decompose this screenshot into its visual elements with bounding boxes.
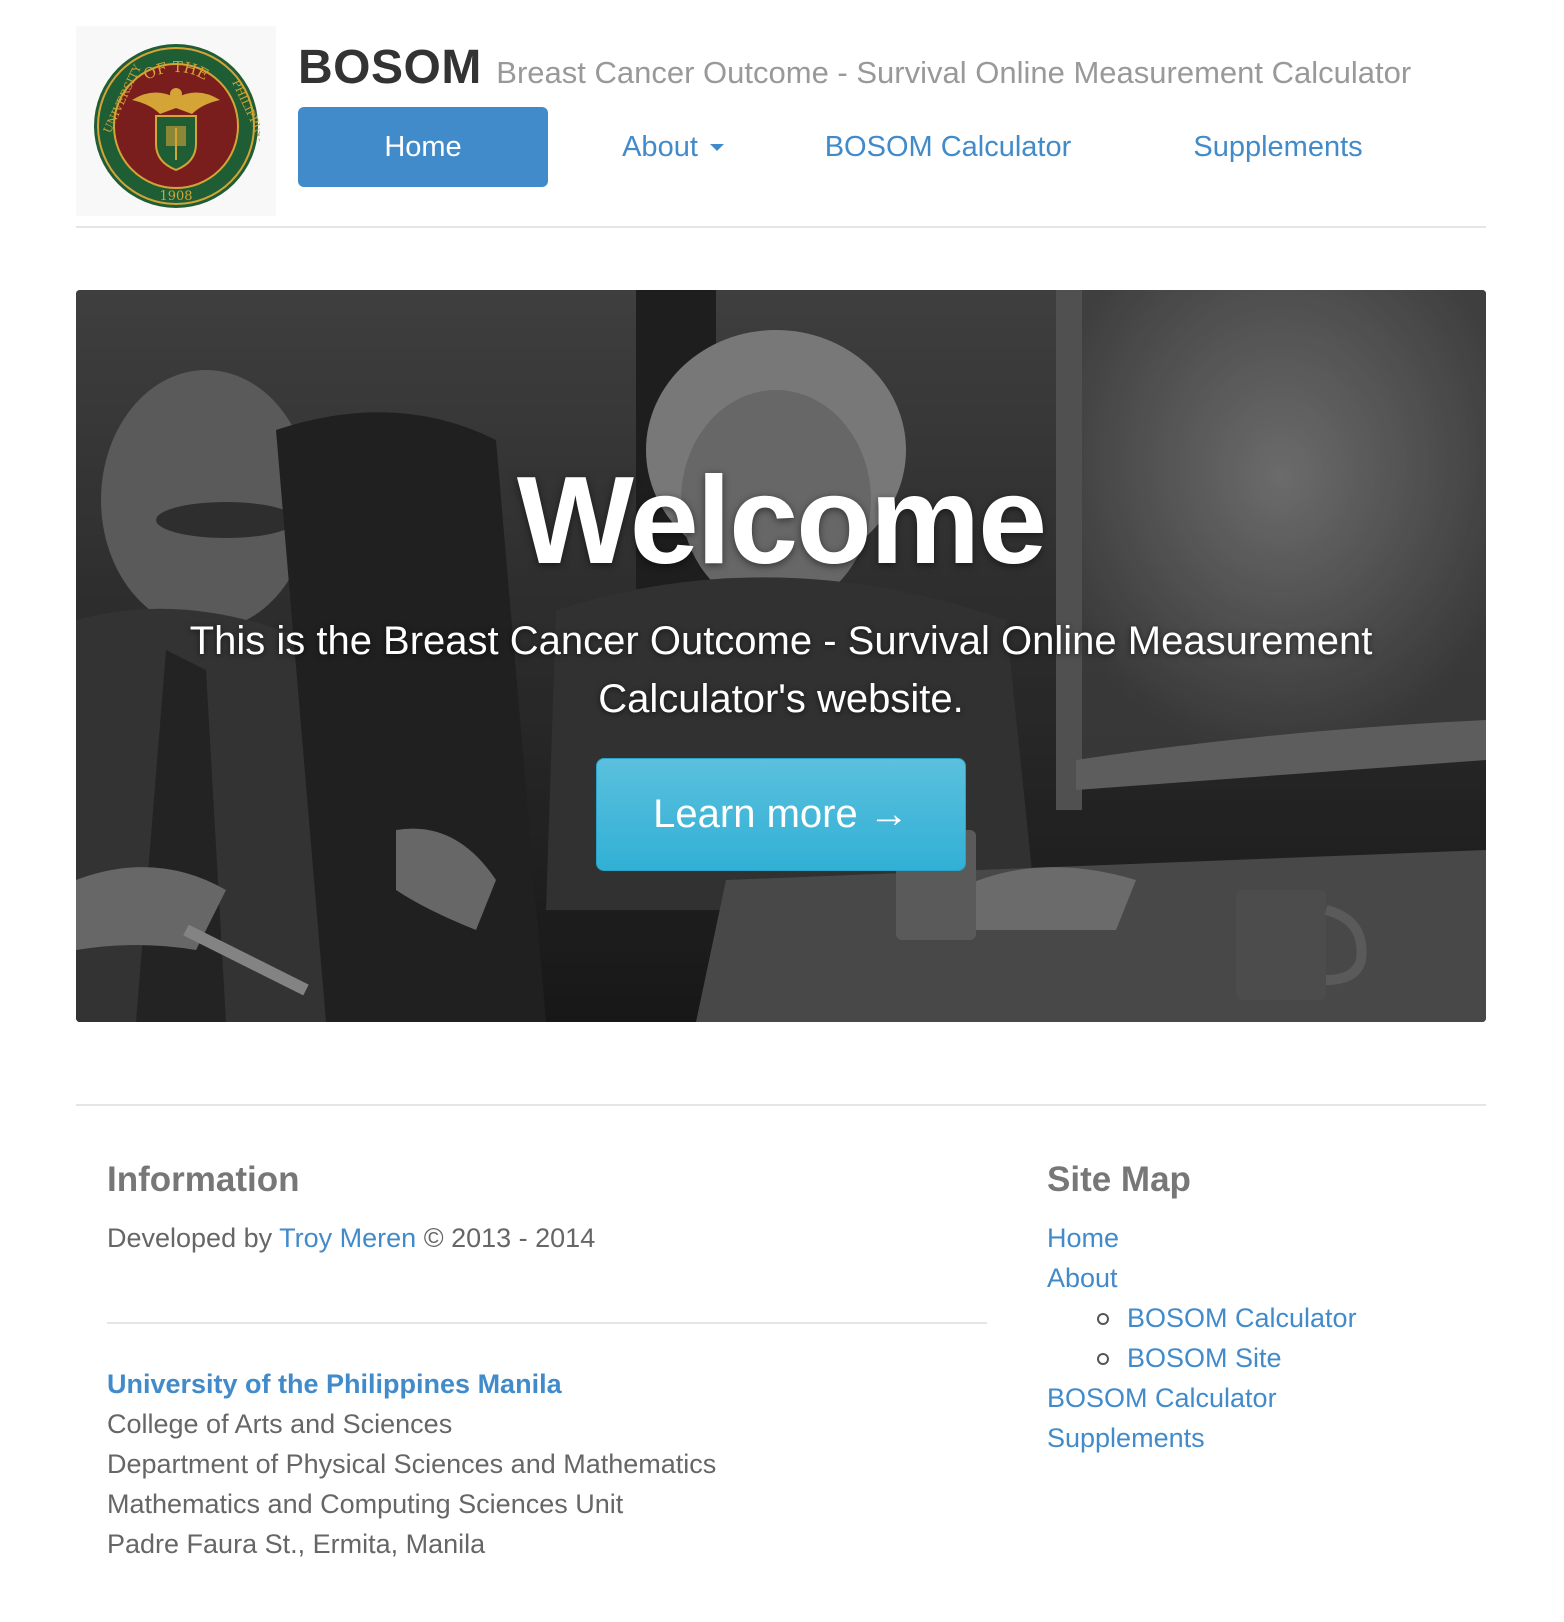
hero-lead: This is the Breast Cancer Outcome - Surv… [189,619,1373,721]
sitemap-about-link[interactable]: About [1047,1263,1118,1293]
sitemap-item-calculator: BOSOM Calculator [1047,1378,1477,1418]
brand-subtitle: Breast Cancer Outcome - Survival Online … [496,55,1412,90]
sitemap-about-site-link[interactable]: BOSOM Site [1127,1343,1282,1373]
copyright-text: © 2013 - 2014 [423,1223,596,1253]
address-line: Department of Physical Sciences and Math… [107,1449,717,1479]
hero-jumbotron: Welcome This is the Breast Cancer Outcom… [76,290,1486,1022]
seal-icon: OF THE UNIVERSITY PHILIPPINES 1908 [94,44,260,208]
university-link[interactable]: University of the Philippines Manila [107,1364,987,1404]
sitemap-subitem: BOSOM Calculator [1097,1298,1477,1338]
sitemap-heading: Site Map [1047,1160,1191,1199]
developed-by-line: Developed by Troy Meren © 2013 - 2014 [107,1218,987,1258]
learn-more-button[interactable]: Learn more → [596,758,966,871]
developer-link[interactable]: Troy Meren [279,1223,416,1253]
caret-down-icon [709,143,724,151]
sitemap-about-sublist: BOSOM Calculator BOSOM Site [1047,1298,1477,1378]
hero-title: Welcome [516,452,1047,590]
university-seal-logo[interactable]: OF THE UNIVERSITY PHILIPPINES 1908 [76,26,276,216]
nav-about-label: About [622,130,698,163]
address-line: Mathematics and Computing Sciences Unit [107,1489,624,1519]
nav-bosom-calculator[interactable]: BOSOM Calculator [808,107,1088,187]
nav-supplements[interactable]: Supplements [1158,107,1398,187]
sitemap-about-calculator-link[interactable]: BOSOM Calculator [1127,1303,1357,1333]
site-header: OF THE UNIVERSITY PHILIPPINES 1908 BOSOM… [76,26,1486,228]
sitemap-list: Home About BOSOM Calculator BOSOM Site B… [1047,1218,1477,1458]
nav-home[interactable]: Home [298,107,548,187]
address-line: Padre Faura St., Ermita, Manila [107,1529,486,1559]
main-nav: Home About BOSOM Calculator Supplements [298,107,1486,187]
nav-home-label: Home [384,130,462,163]
sitemap-home-link[interactable]: Home [1047,1223,1119,1253]
footer-divider [76,1104,1486,1106]
information-divider [107,1322,987,1324]
sitemap-calculator-link[interactable]: BOSOM Calculator [1047,1383,1277,1413]
sitemap-item-about: About BOSOM Calculator BOSOM Site [1047,1258,1477,1378]
brand-title[interactable]: BOSOM [298,41,482,94]
sitemap-item-supplements: Supplements [1047,1418,1477,1458]
sitemap-supplements-link[interactable]: Supplements [1047,1423,1205,1453]
footer-information: Information Developed by Troy Meren © 20… [107,1160,987,1564]
hero-content: Welcome This is the Breast Cancer Outcom… [76,290,1486,1022]
information-heading: Information [107,1160,300,1199]
address-line: College of Arts and Sciences [107,1409,453,1439]
sitemap-item-home: Home [1047,1218,1477,1258]
sitemap-subitem: BOSOM Site [1097,1338,1477,1378]
nav-calculator-label: BOSOM Calculator [824,130,1072,163]
nav-supplements-label: Supplements [1193,130,1363,163]
footer-sitemap: Site Map Home About BOSOM Calculator BOS… [1047,1160,1477,1458]
seal-year-text: 1908 [159,189,192,204]
developed-by-prefix: Developed by [107,1223,273,1253]
brand: BOSOM Breast Cancer Outcome - Survival O… [298,40,1411,95]
nav-about-dropdown[interactable]: About [598,107,748,187]
